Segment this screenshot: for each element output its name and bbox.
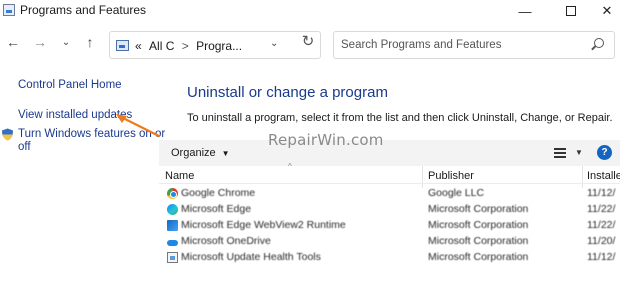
search-box[interactable]: Search Programs and Features: [333, 31, 615, 59]
webview-icon: [167, 220, 178, 231]
table-row[interactable]: Microsoft Update Health Tools Microsoft …: [159, 250, 620, 266]
program-name: Google Chrome: [181, 187, 256, 199]
maximize-icon: [566, 6, 576, 16]
shield-icon: [2, 128, 13, 141]
program-publisher: Microsoft Corporation: [428, 203, 529, 215]
control-panel-home-link[interactable]: Control Panel Home: [18, 79, 122, 91]
table-row[interactable]: Google Chrome Google LLC 11/12/: [159, 186, 620, 202]
address-bar[interactable]: « All C > Progra... ⌄: [109, 31, 321, 59]
program-publisher: Microsoft Corporation: [428, 235, 529, 247]
column-divider[interactable]: [422, 166, 423, 188]
onedrive-icon: [167, 236, 178, 247]
organize-button[interactable]: Organize ▼: [171, 147, 230, 159]
column-divider[interactable]: [582, 166, 583, 188]
program-name: Microsoft Edge WebView2 Runtime: [181, 219, 346, 231]
window-title: Programs and Features: [20, 3, 147, 17]
program-name: Microsoft Update Health Tools: [181, 251, 321, 263]
title-bar: Programs and Features — ✕: [0, 0, 620, 22]
program-installed-date: 11/12/: [587, 251, 616, 263]
program-publisher: Google LLC: [428, 187, 485, 199]
chevron-down-icon: ▼: [221, 149, 230, 158]
address-dropdown-button[interactable]: ⌄: [270, 38, 278, 49]
minimize-button[interactable]: —: [502, 0, 548, 22]
column-header-publisher[interactable]: Publisher: [428, 170, 474, 182]
views-dropdown-button[interactable]: ▼: [575, 148, 583, 157]
breadcrumb-overflow[interactable]: «: [135, 39, 142, 53]
column-header-name[interactable]: Name: [165, 170, 194, 182]
edge-icon: [167, 204, 178, 215]
breadcrumb: « All C > Progra...: [135, 39, 242, 53]
program-publisher: Microsoft Corporation: [428, 219, 529, 231]
control-panel-icon: [116, 40, 129, 51]
up-button[interactable]: ↑: [80, 34, 100, 50]
page-title: Uninstall or change a program: [187, 84, 388, 101]
refresh-button[interactable]: ↻: [298, 32, 318, 50]
close-button[interactable]: ✕: [584, 0, 620, 22]
program-installed-date: 11/12/: [587, 187, 616, 199]
update-health-tools-icon: [167, 252, 178, 263]
back-button[interactable]: ←: [3, 34, 23, 50]
program-installed-date: 11/20/: [587, 235, 616, 247]
search-icon[interactable]: [594, 38, 604, 48]
program-name: Microsoft OneDrive: [181, 235, 271, 247]
control-panel-icon: [3, 4, 15, 16]
forward-button[interactable]: →: [30, 34, 50, 50]
program-name: Microsoft Edge: [181, 203, 252, 215]
sort-indicator-icon: ^: [288, 162, 292, 171]
column-header-installed[interactable]: Installed: [587, 170, 620, 182]
list-view-icon[interactable]: [554, 148, 566, 158]
program-publisher: Microsoft Corporation: [428, 251, 529, 263]
header-divider: [159, 183, 620, 184]
table-row[interactable]: Microsoft OneDrive Microsoft Corporation…: [159, 234, 620, 250]
program-installed-date: 11/22/: [587, 203, 616, 215]
chevron-right-icon[interactable]: >: [182, 39, 189, 53]
command-bar: Organize ▼ ▼ ?: [159, 140, 620, 166]
breadcrumb-programs[interactable]: Progra...: [196, 39, 242, 53]
program-installed-date: 11/22/: [587, 219, 616, 231]
help-icon[interactable]: ?: [597, 145, 612, 160]
organize-label: Organize: [171, 147, 216, 159]
recent-locations-button[interactable]: ⌄: [56, 37, 76, 48]
turn-windows-features-label-line2: off: [18, 141, 31, 153]
search-input[interactable]: Search Programs and Features: [341, 39, 501, 51]
breadcrumb-all-control-panel[interactable]: All C: [149, 39, 174, 53]
watermark: RepairWin.com: [268, 131, 384, 149]
page-description: To uninstall a program, select it from t…: [187, 112, 613, 124]
orange-arrow-icon: [116, 114, 161, 138]
table-row[interactable]: Microsoft Edge WebView2 Runtime Microsof…: [159, 218, 620, 234]
chrome-icon: [167, 188, 178, 199]
table-row[interactable]: Microsoft Edge Microsoft Corporation 11/…: [159, 202, 620, 218]
